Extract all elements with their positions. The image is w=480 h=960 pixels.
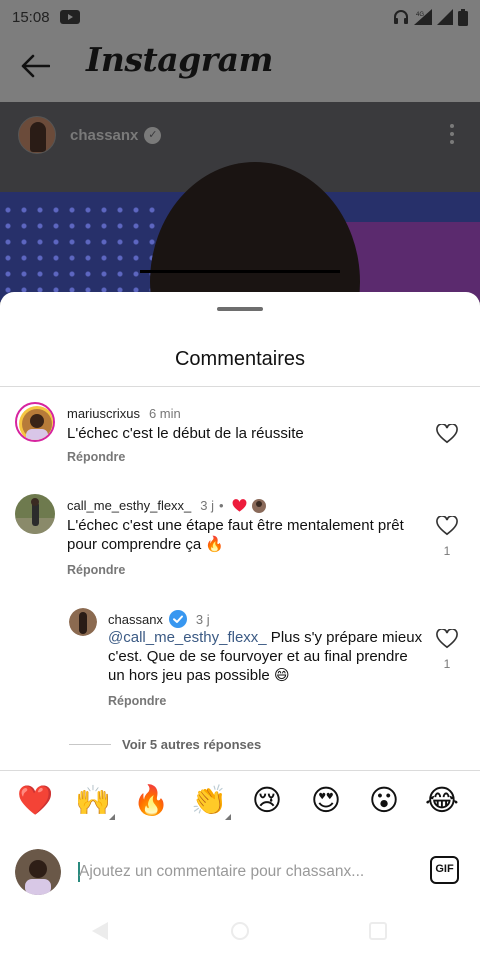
app-header: Instagram: [0, 34, 480, 102]
post-author[interactable]: chassanx ✓: [18, 116, 162, 154]
emoji-cry-button[interactable]: 😢: [249, 782, 285, 818]
reply-button[interactable]: Répondre: [108, 694, 166, 708]
signal-icon: [437, 9, 453, 25]
emoji-raising-hands-button[interactable]: 🙌: [75, 782, 115, 820]
heart-icon[interactable]: [436, 629, 458, 649]
divider: [0, 770, 480, 771]
divider: [0, 386, 480, 387]
comment-username[interactable]: mariuscrixus: [67, 406, 140, 421]
reply-button[interactable]: Répondre: [67, 563, 125, 577]
mention-link[interactable]: @call_me_esthy_flexx_: [108, 629, 267, 646]
view-more-replies-button[interactable]: Voir 5 autres réponses: [69, 737, 261, 752]
like-count: 1: [443, 544, 451, 558]
comment-time: 6 min: [148, 406, 181, 421]
like-count: 1: [443, 657, 451, 671]
avatar[interactable]: [15, 402, 55, 442]
gif-button[interactable]: GIF: [430, 856, 459, 884]
comment-input[interactable]: [79, 863, 409, 881]
avatar[interactable]: [18, 116, 56, 154]
battery-icon: [458, 8, 468, 26]
heart-icon[interactable]: [436, 424, 458, 444]
emoji-surprised-button[interactable]: 😮: [366, 782, 402, 818]
reply-text-line: c'est. Que de se fourvoyer et au final p…: [108, 648, 408, 665]
signal-4g-icon: 4G: [414, 9, 432, 25]
reply-text-line: un hors jeu pas possible 😄: [108, 667, 290, 684]
avatar[interactable]: [69, 608, 97, 636]
comment-text-line: L'échec c'est une étape faut être mental…: [67, 517, 404, 534]
status-bar: 15:08 4G: [0, 0, 480, 34]
heart-icon[interactable]: [436, 516, 458, 536]
avatar[interactable]: [15, 494, 55, 534]
author-avatar-mini: [251, 498, 266, 513]
emoji-heart-button[interactable]: ❤️: [17, 782, 53, 818]
comment-time: 3 j: [200, 498, 215, 513]
reply-username[interactable]: chassanx: [108, 612, 163, 627]
view-more-replies-label: Voir 5 autres réponses: [122, 737, 262, 752]
instagram-logo: Instagram: [86, 40, 273, 79]
comment-text-line: pour comprendre ça 🔥: [67, 536, 225, 553]
headphones-icon: [394, 10, 408, 24]
verified-badge-icon: [168, 610, 187, 628]
nav-home-icon[interactable]: [231, 922, 249, 940]
more-options-icon[interactable]: [450, 124, 456, 148]
comment-username[interactable]: call_me_esthy_flexx_: [67, 498, 191, 513]
reply-button[interactable]: Répondre: [67, 450, 125, 464]
emoji-clap-button[interactable]: 👏: [191, 782, 231, 820]
quick-emoji-bar: ❤️ 🙌 🔥 👏 😢 😍 😮 😂: [0, 782, 480, 822]
author-liked-heart-icon: [232, 498, 247, 512]
reply-time: 3 j: [195, 611, 210, 627]
nav-recents-icon[interactable]: [369, 922, 387, 940]
emoji-laughing-button[interactable]: 😂: [424, 782, 460, 818]
nav-back-icon[interactable]: [92, 922, 108, 940]
comment-composer: GIF: [0, 844, 480, 900]
reply-text: Plus s'y prépare mieux: [266, 629, 423, 646]
sheet-title: Commentaires: [174, 348, 306, 370]
comments-sheet: Commentaires mariuscrixus 6 min L'échec …: [0, 292, 480, 960]
back-arrow-icon[interactable]: [20, 54, 50, 78]
verified-badge-icon: ✓: [144, 126, 162, 144]
status-time: 15:08: [12, 8, 50, 26]
emoji-heart-eyes-button[interactable]: 😍: [308, 782, 344, 818]
post-image: chassanx ✓: [0, 102, 480, 302]
comment-text: L'échec c'est le début de la réussite: [67, 425, 304, 442]
system-nav-bar: [0, 916, 480, 960]
emoji-fire-button[interactable]: 🔥: [133, 782, 169, 818]
youtube-icon: [59, 10, 80, 24]
separator-dot: •: [219, 498, 224, 513]
post-username[interactable]: chassanx: [70, 127, 138, 144]
avatar: [15, 849, 61, 895]
drag-handle[interactable]: [217, 307, 263, 311]
svg-text:4G: 4G: [416, 12, 424, 18]
